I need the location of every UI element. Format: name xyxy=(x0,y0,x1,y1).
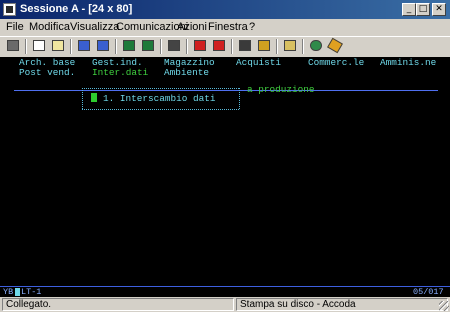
toolbar xyxy=(0,36,450,57)
title-bar[interactable]: Sessione A - [24 x 80] _ □ ✕ xyxy=(0,0,450,19)
connection-status: Collegato. xyxy=(2,298,234,311)
popup-border-left xyxy=(82,88,83,109)
display-icon[interactable] xyxy=(121,38,138,54)
menu-separator-rule xyxy=(14,90,438,91)
popup-item-interscambio[interactable]: 1. Interscambio dati xyxy=(103,93,216,104)
menu-post-vend[interactable]: Post vend. xyxy=(19,67,75,78)
toolbar-separator xyxy=(115,39,117,54)
menu-file[interactable]: File xyxy=(6,21,24,33)
toolbar-separator xyxy=(302,39,304,54)
maximize-button[interactable]: □ xyxy=(416,3,430,16)
copy-icon[interactable] xyxy=(31,38,48,54)
menu-help[interactable]: ? xyxy=(249,21,255,33)
toolbar-separator xyxy=(276,39,278,54)
toolbar-separator xyxy=(231,39,233,54)
terminal-screen[interactable]: Arch. base Gest.ind. Magazzino Acquisti … xyxy=(0,57,450,286)
operator-info-area: YB LT-1 05/017 xyxy=(0,286,450,297)
globe-icon[interactable] xyxy=(308,38,325,54)
toolbar-separator xyxy=(160,39,162,54)
print-mode-status: Stampa su disco - Accoda xyxy=(236,298,448,311)
menu-commerc-le[interactable]: Commerc.le xyxy=(308,57,364,68)
keyboard-macro-icon[interactable] xyxy=(256,38,273,54)
menu-acquisti[interactable]: Acquisti xyxy=(236,57,281,68)
toolbar-separator xyxy=(186,39,188,54)
play-macro2-icon[interactable] xyxy=(237,38,254,54)
status-bar: Collegato. Stampa su disco - Accoda xyxy=(0,297,450,312)
menu-amminis-ne[interactable]: Amminis.ne xyxy=(380,57,436,68)
macro-icon[interactable] xyxy=(140,38,157,54)
menu-modifica[interactable]: Modifica xyxy=(29,21,70,33)
resize-grip-icon[interactable] xyxy=(439,301,449,311)
popup-side-text: a produzione xyxy=(247,84,315,95)
popup-border-bottom xyxy=(82,109,239,110)
minimize-button[interactable]: _ xyxy=(402,3,416,16)
menu-ambiente[interactable]: Ambiente xyxy=(164,67,209,78)
send-icon[interactable] xyxy=(76,38,93,54)
terminal-cursor xyxy=(91,93,97,102)
session-app-icon[interactable] xyxy=(3,3,16,16)
popup-border-right xyxy=(239,88,240,109)
menu-finestra[interactable]: Finestra xyxy=(208,21,248,33)
keypad-icon[interactable] xyxy=(327,37,344,54)
paste-icon[interactable] xyxy=(50,38,67,54)
popup-border-top xyxy=(82,88,239,89)
receive-icon[interactable] xyxy=(95,38,112,54)
menu-azioni[interactable]: Azioni xyxy=(177,21,207,33)
print-screen-icon[interactable] xyxy=(5,38,22,54)
oia-lock-block xyxy=(15,288,20,296)
record-macro-icon[interactable] xyxy=(166,38,183,54)
close-button[interactable]: ✕ xyxy=(432,3,446,16)
menu-inter-dati-selected[interactable]: Inter.dati xyxy=(92,67,148,78)
menu-visualizza[interactable]: Visualizza xyxy=(70,21,119,33)
window-title: Sessione A - [24 x 80] xyxy=(20,3,133,15)
toolbar-separator xyxy=(25,39,27,54)
play-macro-icon[interactable] xyxy=(211,38,228,54)
toolbar-separator xyxy=(70,39,72,54)
stop-macro-icon[interactable] xyxy=(192,38,209,54)
clipboard-icon[interactable] xyxy=(282,38,299,54)
menu-bar: File Modifica Visualizza Comunicazioni A… xyxy=(0,19,450,36)
